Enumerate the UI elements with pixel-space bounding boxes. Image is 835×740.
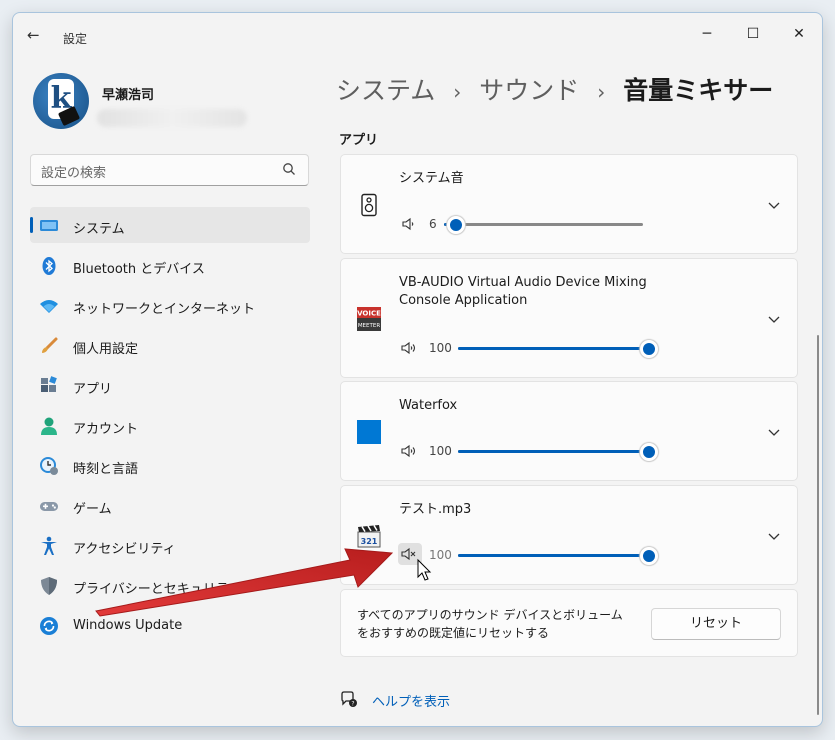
help-chat-icon: ? xyxy=(341,691,357,707)
title-bar: ← 設定 ─ ☐ ✕ xyxy=(13,13,822,57)
voicemeeter-icon: VOICE MEETER xyxy=(357,307,381,331)
app-name: テスト.mp3 xyxy=(399,502,472,517)
volume-value: 100 xyxy=(429,444,452,458)
sidebar-item-bluetooth[interactable]: Bluetooth とデバイス xyxy=(30,247,310,283)
sidebar-item-label: アプリ xyxy=(73,382,113,397)
account-icon xyxy=(41,417,57,435)
volume-slider[interactable] xyxy=(458,443,658,461)
sidebar-item-label: アクセシビリティ xyxy=(73,542,176,557)
volume-slider-thumb[interactable] xyxy=(447,216,465,234)
sidebar-item-network[interactable]: ネットワークとインターネット xyxy=(30,287,310,323)
sidebar-item-gaming[interactable]: ゲーム xyxy=(30,487,310,523)
sidebar-item-label: 時刻と言語 xyxy=(73,462,139,477)
accessibility-icon xyxy=(41,536,57,555)
voicemeeter-icon-text: VOICE xyxy=(357,310,381,318)
app-title: 設定 xyxy=(63,32,88,46)
waterfox-icon xyxy=(357,420,381,444)
sidebar-item-label: Bluetooth とデバイス xyxy=(73,262,205,277)
sidebar-item-accounts[interactable]: アカウント xyxy=(30,407,310,443)
volume-value: 6 xyxy=(429,217,437,231)
volume-slider-fill xyxy=(458,347,649,350)
sidebar-item-windows-update[interactable]: Windows Update xyxy=(30,607,310,643)
avatar[interactable]: k xyxy=(33,73,89,129)
app-volume-card[interactable]: システム音 6 xyxy=(340,154,798,254)
media-player-icon-text: 321 xyxy=(361,537,378,546)
volume-slider-thumb[interactable] xyxy=(640,340,658,358)
back-arrow-icon[interactable]: ← xyxy=(27,27,45,43)
volume-slider[interactable] xyxy=(458,340,658,358)
sidebar-item-accessibility[interactable]: アクセシビリティ xyxy=(30,527,310,563)
breadcrumb-separator: › xyxy=(453,80,462,104)
search-placeholder: 設定の検索 xyxy=(41,166,107,181)
sidebar-item-personalization[interactable]: 個人用設定 xyxy=(30,327,310,363)
chevron-down-icon[interactable] xyxy=(767,529,781,543)
page-title: 音量ミキサー xyxy=(623,76,774,105)
sidebar-nav: システム Bluetooth とデバイス ネットワークとインターネット 個人用設… xyxy=(30,207,310,647)
app-name: Waterfox xyxy=(399,398,458,413)
time-language-icon xyxy=(40,457,58,475)
scrollbar[interactable] xyxy=(817,335,819,715)
app-name: システム音 xyxy=(399,171,464,186)
settings-window: ← 設定 ─ ☐ ✕ k 早瀬浩司 設定の検索 システム Bluetooth と… xyxy=(12,12,823,727)
shield-icon xyxy=(41,577,57,595)
brush-icon xyxy=(42,337,58,353)
sidebar-item-label: プライバシーとセキュリティ xyxy=(73,582,241,597)
volume-slider-thumb[interactable] xyxy=(640,443,658,461)
minimize-icon[interactable]: ─ xyxy=(684,19,730,49)
volume-slider-fill xyxy=(458,450,649,453)
app-volume-card[interactable]: Waterfox 100 xyxy=(340,381,798,481)
app-volume-card[interactable]: VOICE MEETER VB-AUDIO Virtual Audio Devic… xyxy=(340,258,798,378)
sidebar-item-system[interactable]: システム xyxy=(30,207,310,243)
sidebar-item-time-language[interactable]: 時刻と言語 xyxy=(30,447,310,483)
chevron-down-icon[interactable] xyxy=(767,312,781,326)
sidebar-item-label: ゲーム xyxy=(73,502,112,517)
section-label-apps: アプリ xyxy=(339,133,379,148)
user-email-redacted xyxy=(97,109,247,127)
volume-muted-icon[interactable] xyxy=(401,546,417,562)
sidebar-item-label: ネットワークとインターネット xyxy=(73,302,256,317)
sidebar-item-privacy-security[interactable]: プライバシーとセキュリティ xyxy=(30,567,310,603)
chevron-down-icon[interactable] xyxy=(767,425,781,439)
apps-icon xyxy=(41,376,57,392)
breadcrumb-sound[interactable]: サウンド xyxy=(479,76,579,105)
app-name: VB-AUDIO Virtual Audio Device Mixing Con… xyxy=(399,275,647,308)
search-input[interactable]: 設定の検索 xyxy=(30,154,309,186)
breadcrumb-separator: › xyxy=(597,80,606,104)
voicemeeter-icon-text: MEETER xyxy=(358,323,381,329)
close-icon[interactable]: ✕ xyxy=(776,19,822,49)
sidebar-item-label: 個人用設定 xyxy=(73,342,139,357)
reset-description: すべてのアプリのサウンド デバイスとボリュームをおすすめの既定値にリセットする xyxy=(357,608,623,640)
volume-low-icon[interactable] xyxy=(401,216,417,232)
windows-update-icon xyxy=(40,617,58,635)
maximize-icon[interactable]: ☐ xyxy=(730,19,776,49)
breadcrumb-system[interactable]: システム xyxy=(336,76,435,105)
system-icon xyxy=(40,220,58,231)
sidebar-item-apps[interactable]: アプリ xyxy=(30,367,310,403)
wifi-icon xyxy=(40,300,58,313)
sidebar-item-label: システム xyxy=(73,222,125,237)
app-volume-card[interactable]: 321 テスト.mp3 100 xyxy=(340,485,798,585)
media-player-clapper-icon: 321 xyxy=(357,525,381,548)
bluetooth-icon xyxy=(42,257,56,275)
speaker-device-icon xyxy=(361,193,377,217)
sidebar-item-label: アカウント xyxy=(73,422,139,437)
volume-value: 100 xyxy=(429,548,452,562)
volume-high-icon[interactable] xyxy=(401,443,417,459)
volume-slider-fill xyxy=(458,554,649,557)
reset-defaults-card: すべてのアプリのサウンド デバイスとボリュームをおすすめの既定値にリセットする … xyxy=(340,589,798,657)
volume-slider[interactable] xyxy=(444,216,643,234)
sidebar-item-label: Windows Update xyxy=(73,618,183,633)
gamepad-icon xyxy=(40,502,58,511)
search-icon[interactable] xyxy=(282,162,296,176)
volume-slider[interactable] xyxy=(458,547,658,565)
reset-button[interactable]: リセット xyxy=(651,608,781,640)
help-link-label: ヘルプを表示 xyxy=(372,695,451,710)
volume-slider-thumb[interactable] xyxy=(640,547,658,565)
svg-text:?: ? xyxy=(351,700,354,707)
breadcrumb: システム › サウンド › 音量ミキサー xyxy=(336,71,773,107)
volume-value: 100 xyxy=(429,341,452,355)
chevron-down-icon[interactable] xyxy=(767,198,781,212)
volume-high-icon[interactable] xyxy=(401,340,417,356)
user-name: 早瀬浩司 xyxy=(102,88,155,103)
